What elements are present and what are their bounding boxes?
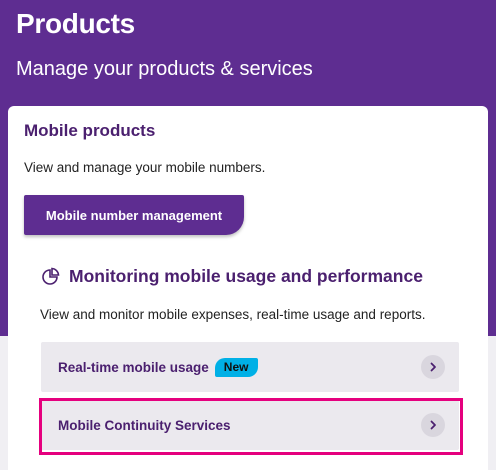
page-subtitle: Manage your products & services — [16, 58, 313, 80]
monitoring-section-title: Monitoring mobile usage and performance — [69, 266, 423, 286]
monitoring-section-header: Monitoring mobile usage and performance — [40, 266, 423, 287]
highlight-outline — [39, 398, 463, 455]
new-badge: New — [214, 357, 259, 377]
mobile-products-title: Mobile products — [24, 121, 156, 140]
page-title: Products — [16, 8, 135, 39]
mobile-number-management-button[interactable]: Mobile number management — [24, 195, 244, 235]
chevron-right-icon — [421, 355, 445, 379]
real-time-mobile-usage-label: Real-time mobile usage — [58, 359, 209, 375]
monitoring-section-description: View and monitor mobile expenses, real-t… — [40, 307, 426, 322]
pie-chart-icon — [40, 267, 60, 287]
mobile-products-description: View and manage your mobile numbers. — [24, 160, 266, 175]
real-time-mobile-usage-link[interactable]: Real-time mobile usage New — [41, 342, 459, 392]
